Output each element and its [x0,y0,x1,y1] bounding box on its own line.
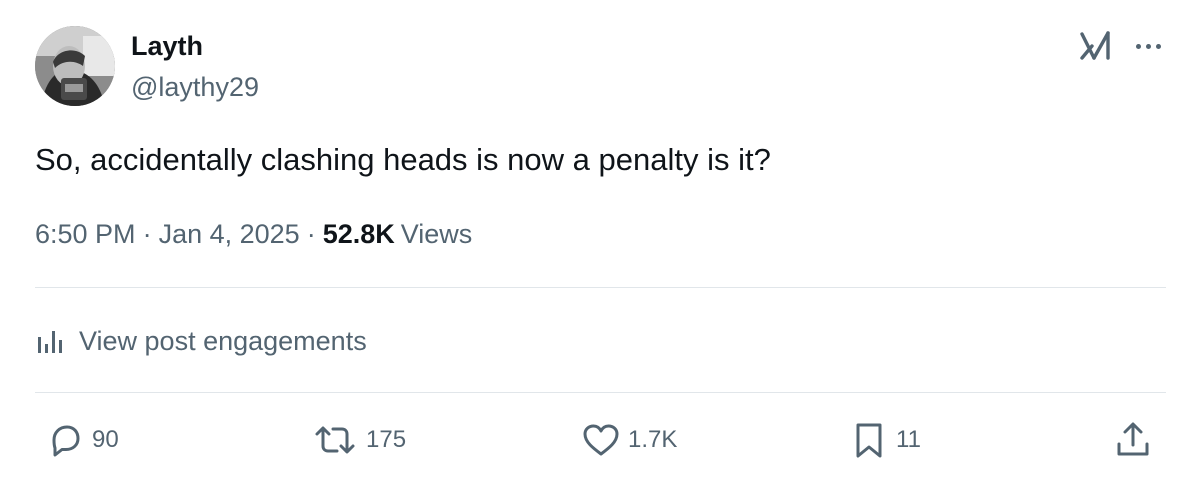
display-name[interactable]: Layth [131,30,203,62]
view-engagements-label: View post engagements [79,326,367,356]
tweet-date[interactable]: Jan 4, 2025 [159,219,300,249]
bookmark-count: 11 [896,426,921,453]
share-icon [1117,422,1149,456]
like-button[interactable]: 1.7K [581,420,677,460]
views-count: 52.8K [322,219,395,249]
avatar-image [35,26,115,106]
bookmark-icon [856,423,882,458]
tweet-text: So, accidentally clashing heads is now a… [35,142,771,177]
divider [35,287,1166,288]
views-label: Views [400,219,473,249]
reply-count: 90 [92,426,119,453]
repost-button[interactable]: 175 [311,420,406,460]
meta-separator: · [142,219,152,249]
like-count: 1.7K [628,426,678,453]
user-handle[interactable]: @laythy29 [131,70,259,104]
meta-separator: · [306,219,316,249]
more-dot [1155,43,1161,49]
divider [35,392,1166,393]
bookmark-button[interactable]: 11 [849,420,921,460]
repost-count: 175 [366,426,407,453]
tweet-time[interactable]: 6:50 PM [35,219,136,249]
more-dot [1145,43,1151,49]
view-engagements-link[interactable]: View post engagements [35,321,367,361]
repost-icon [315,426,355,454]
more-icon[interactable] [1128,28,1168,64]
like-icon [583,424,619,456]
analytics-icon [38,331,62,353]
grok-icon[interactable] [1078,28,1114,64]
reply-icon [52,425,80,457]
reply-button[interactable]: 90 [45,420,119,460]
more-dot [1135,43,1141,49]
share-button[interactable] [1113,420,1153,460]
tweet-meta: 6:50 PM · Jan 4, 2025 · 52.8K Views [35,215,472,253]
avatar[interactable] [35,26,115,106]
